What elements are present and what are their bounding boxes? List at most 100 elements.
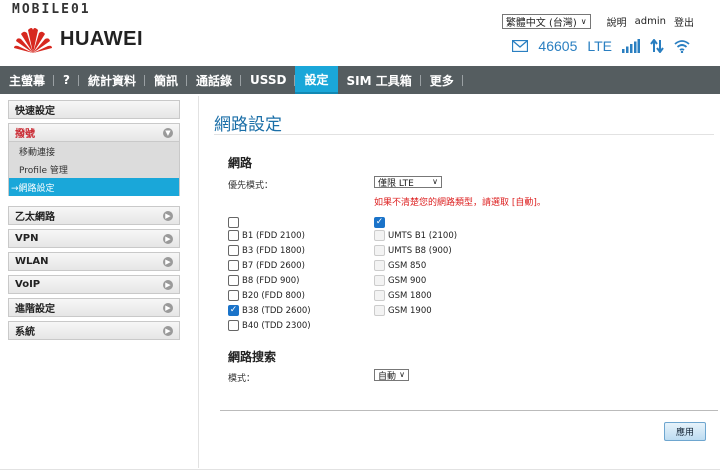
search-mode-label: 模式： — [228, 374, 256, 384]
page-title: 網路設定 — [214, 115, 282, 135]
other-band-all[interactable]: ✓ — [374, 217, 388, 228]
sidebar-item-label: 撥號 — [15, 129, 35, 140]
user-name: admin — [634, 16, 666, 27]
chevron-right-icon: ▶ — [163, 303, 173, 313]
main-nav: 主螢幕 ? 統計資料 簡訊 通話錄 USSD 設定 SIM 工具箱 更多 — [0, 66, 720, 94]
checkbox[interactable] — [228, 275, 239, 286]
checkbox-checked[interactable]: ✓ — [374, 217, 385, 228]
apply-button[interactable]: 應用 — [664, 422, 706, 441]
nav-statistics[interactable]: 統計資料 — [79, 66, 146, 94]
help-link[interactable]: 說明 — [607, 14, 627, 29]
gsm-band-1900: GSM 1900 — [374, 305, 432, 316]
wifi-icon — [674, 40, 690, 53]
divider — [0, 469, 720, 470]
lte-band-b40[interactable]: B40 (TDD 2300) — [228, 320, 311, 331]
sidebar: 快速設定 撥號 ▼ 移動連接 Profile 管理 →網路設定 乙太網路 ▶ V… — [8, 100, 180, 344]
checkbox[interactable] — [228, 290, 239, 301]
message-icon[interactable] — [512, 40, 529, 52]
lte-band-b20[interactable]: B20 (FDD 800) — [228, 290, 305, 301]
nav-sms[interactable]: 簡訊 — [145, 66, 188, 94]
sidebar-item-voip[interactable]: VoIP ▶ — [8, 275, 180, 294]
checkbox[interactable] — [228, 217, 239, 228]
sidebar-item-quick-setup[interactable]: 快速設定 — [8, 100, 180, 119]
sidebar-item-label: 乙太網路 — [15, 212, 55, 223]
chevron-right-icon: ▶ — [163, 326, 173, 336]
preferred-mode-select[interactable]: 僅限 LTE ∨ — [374, 176, 442, 189]
nav-sim-toolkit[interactable]: SIM 工具箱 — [338, 66, 421, 94]
band-label: B8 (FDD 900) — [242, 275, 300, 286]
chevron-right-icon: ▶ — [163, 234, 173, 244]
nav-more[interactable]: 更多 — [421, 66, 463, 94]
gsm-band-850: GSM 850 — [374, 260, 426, 271]
band-label: B3 (FDD 1800) — [242, 245, 305, 256]
band-label: UMTS B8 (900) — [388, 245, 452, 256]
checkbox-disabled — [374, 275, 385, 286]
sidebar-item-dialup[interactable]: 撥號 ▼ — [8, 123, 180, 142]
chevron-right-icon: ▶ — [163, 257, 173, 267]
network-section-heading: 網路 — [228, 156, 253, 170]
checkbox[interactable] — [228, 230, 239, 241]
top-links: 繁體中文 (台灣) ∨ 說明 admin 登出 — [501, 14, 694, 29]
chevron-right-icon: ▶ — [163, 280, 173, 290]
sidebar-item-label: 系統 — [15, 327, 35, 338]
chevron-down-icon: ▼ — [163, 128, 173, 138]
band-label: B40 (TDD 2300) — [242, 320, 311, 331]
sidebar-item-advanced[interactable]: 進階設定 ▶ — [8, 298, 180, 317]
checkbox-disabled — [374, 260, 385, 271]
search-mode-select[interactable]: 自動 ∨ — [374, 369, 409, 382]
brand-name: HUAWEI — [60, 27, 143, 50]
umts-band-b1: UMTS B1 (2100) — [374, 230, 457, 241]
nav-call-log[interactable]: 通話錄 — [187, 66, 242, 94]
band-label: GSM 900 — [388, 275, 427, 286]
data-transfer-icon — [650, 39, 664, 53]
sidebar-item-ethernet[interactable]: 乙太網路 ▶ — [8, 206, 180, 225]
lte-band-b8[interactable]: B8 (FDD 900) — [228, 275, 299, 286]
nav-home[interactable]: 主螢幕 — [0, 66, 55, 94]
lte-band-b3[interactable]: B3 (FDD 1800) — [228, 245, 305, 256]
huawei-flower-icon — [14, 28, 52, 53]
sidebar-item-label: 進階設定 — [15, 304, 55, 315]
nav-settings[interactable]: 設定 — [295, 66, 338, 94]
network-type: LTE — [587, 38, 612, 54]
checkbox[interactable] — [228, 320, 239, 331]
sidebar-item-wlan[interactable]: WLAN ▶ — [8, 252, 180, 271]
checkbox[interactable] — [228, 245, 239, 256]
nav-ussd[interactable]: USSD — [241, 66, 296, 94]
checkbox[interactable] — [228, 260, 239, 271]
lte-band-all[interactable] — [228, 217, 242, 228]
language-select[interactable]: 繁體中文 (台灣) ∨ — [501, 14, 591, 29]
divider — [198, 96, 199, 468]
logout-link[interactable]: 登出 — [674, 14, 694, 29]
sidebar-sub-profile-management[interactable]: Profile 管理 — [8, 160, 180, 178]
gsm-band-900: GSM 900 — [374, 275, 426, 286]
checkbox-disabled — [374, 290, 385, 301]
gsm-band-1800: GSM 1800 — [374, 290, 432, 301]
sidebar-item-system[interactable]: 系統 ▶ — [8, 321, 180, 340]
preferred-mode-value: 僅限 LTE — [378, 178, 414, 189]
sidebar-item-vpn[interactable]: VPN ▶ — [8, 229, 180, 248]
sidebar-sub-mobile-connection[interactable]: 移動連接 — [8, 142, 180, 160]
sidebar-group-dialup: 撥號 ▼ 移動連接 Profile 管理 →網路設定 — [8, 123, 180, 196]
band-label: GSM 850 — [388, 260, 427, 271]
network-warning: 如果不清楚您的網路類型，請選取 [自動]。 — [374, 198, 546, 208]
huawei-logo: HUAWEI — [12, 24, 143, 54]
operator-code: 46605 — [538, 38, 578, 54]
lte-band-b38[interactable]: ✓ B38 (TDD 2600) — [228, 305, 311, 316]
band-label: GSM 1900 — [388, 305, 432, 316]
band-label: B38 (TDD 2600) — [242, 305, 311, 316]
checkbox-disabled — [374, 305, 385, 316]
sidebar-sub-network-settings[interactable]: →網路設定 — [8, 178, 180, 196]
chevron-down-icon: ∨ — [432, 177, 438, 186]
router-settings-page: MOBILE01 HUAWEI 繁體中文 (台灣) ∨ 說明 admin 登出 … — [0, 0, 720, 472]
nav-help[interactable]: ? — [54, 66, 79, 94]
watermark: MOBILE01 — [12, 2, 91, 17]
checkbox-disabled — [374, 245, 385, 256]
chevron-right-icon: ▶ — [163, 211, 173, 221]
sidebar-item-label: VoIP — [15, 279, 41, 290]
lte-band-b1[interactable]: B1 (FDD 2100) — [228, 230, 305, 241]
checkbox-checked[interactable]: ✓ — [228, 305, 239, 316]
lte-band-b7[interactable]: B7 (FDD 2600) — [228, 260, 305, 271]
signal-strength-icon — [622, 39, 640, 53]
chevron-down-icon: ∨ — [399, 370, 405, 379]
umts-band-b8: UMTS B8 (900) — [374, 245, 452, 256]
